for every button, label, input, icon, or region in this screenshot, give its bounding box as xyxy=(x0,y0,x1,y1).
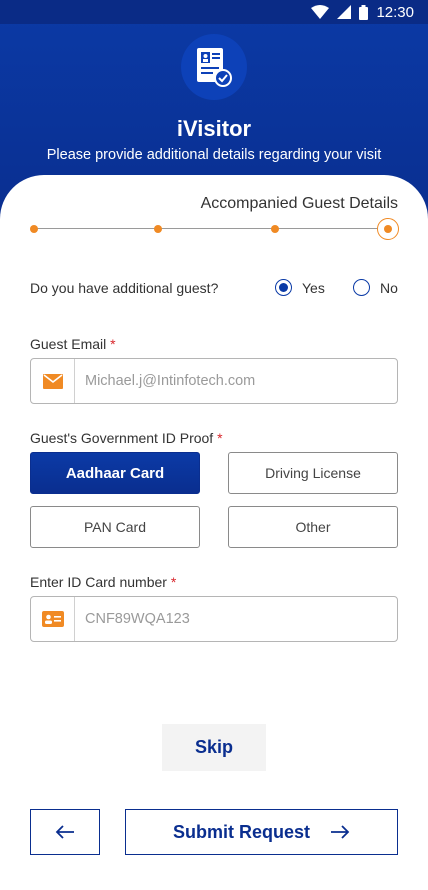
mail-icon xyxy=(42,373,63,389)
app-logo xyxy=(181,34,247,100)
progress-stepper xyxy=(30,218,400,240)
submit-request-label: Submit Request xyxy=(172,821,310,842)
skip-button[interactable]: Skip xyxy=(162,724,266,771)
step-3-dot xyxy=(271,225,279,233)
guest-email-label: Guest Email * xyxy=(30,336,116,352)
arrow-left-icon xyxy=(55,825,74,839)
guest-email-input[interactable] xyxy=(85,373,385,389)
visitor-document-icon xyxy=(197,48,232,87)
gov-id-label-text: Guest's Government ID Proof xyxy=(30,430,214,446)
back-button[interactable] xyxy=(30,809,100,855)
id-card-icon-box xyxy=(31,597,75,641)
id-number-label-text: Enter ID Card number xyxy=(30,574,167,590)
step-2-dot xyxy=(154,225,162,233)
wifi-icon xyxy=(311,5,330,19)
guest-email-field[interactable] xyxy=(30,358,398,404)
arrow-right-icon xyxy=(331,825,350,839)
signal-icon xyxy=(337,5,352,19)
submit-request-button[interactable]: Submit Request xyxy=(125,809,398,855)
step-4-dot-current xyxy=(377,218,399,240)
required-mark: * xyxy=(170,574,177,590)
status-bar: 12:30 xyxy=(0,0,428,24)
id-card-icon xyxy=(41,611,64,627)
id-option-other[interactable]: Other xyxy=(228,506,398,548)
id-option-driving-license[interactable]: Driving License xyxy=(228,452,398,494)
radio-no-label: No xyxy=(380,279,398,296)
app-subtitle: Please provide additional details regard… xyxy=(46,147,382,163)
radio-yes-label: Yes xyxy=(302,279,325,296)
id-option-aadhaar[interactable]: Aadhaar Card xyxy=(30,452,200,494)
gov-id-label: Guest's Government ID Proof * xyxy=(30,430,223,446)
app-title: iVisitor xyxy=(176,116,252,141)
guest-question-label: Do you have additional guest? xyxy=(30,280,219,296)
step-title: Accompanied Guest Details xyxy=(200,195,398,212)
id-number-label: Enter ID Card number * xyxy=(30,574,176,590)
guest-email-label-text: Guest Email xyxy=(30,336,107,352)
radio-yes[interactable]: Yes xyxy=(275,279,325,296)
id-number-input[interactable] xyxy=(85,611,385,627)
id-option-pan-card[interactable]: PAN Card xyxy=(30,506,200,548)
mail-icon-box xyxy=(31,359,75,403)
step-1-dot xyxy=(30,225,38,233)
id-number-field[interactable] xyxy=(30,596,398,642)
stepper-line xyxy=(34,228,386,229)
radio-no-indicator[interactable] xyxy=(353,279,370,296)
required-mark: * xyxy=(110,336,116,352)
required-mark: * xyxy=(217,430,223,446)
radio-no[interactable]: No xyxy=(353,279,398,296)
status-time: 12:30 xyxy=(376,3,414,21)
radio-yes-indicator[interactable] xyxy=(275,279,292,296)
battery-icon xyxy=(359,4,369,20)
